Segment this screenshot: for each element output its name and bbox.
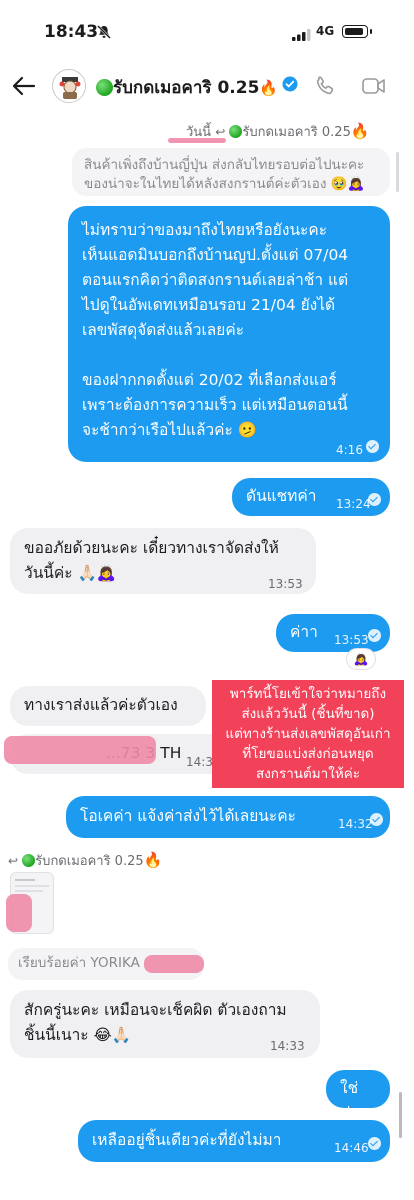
message-line: ชิ้นนี้เนาะ 😂🙏🏻: [24, 1026, 131, 1044]
message-outgoing[interactable]: โอเคค่า แจ้งค่าส่งไว้ได้เลยนะคะ 14:32: [66, 796, 390, 838]
message-line: เลขพัสดุจัดส่งแล้วเลยค่ะ: [82, 321, 245, 339]
signal-icon: [292, 26, 312, 45]
redaction-scribble: [6, 894, 32, 932]
message-line: สักครู่นะคะ เหมือนจะเช็คผิด ตัวเองถาม: [24, 1001, 287, 1019]
sent-check-icon: [368, 1137, 381, 1150]
message-outgoing[interactable]: ค่าา 13:53: [276, 614, 390, 652]
green-circle-icon: [22, 854, 36, 867]
annotation-note: พาร์ทนี้โยเข้าใจว่าหมายถึง ส่งแล้ววันนี้…: [212, 680, 404, 788]
annotation-line: พาร์ทนี้โยเข้าใจว่าหมายถึง: [229, 686, 387, 702]
reply-arrow-icon: ↩: [8, 854, 19, 868]
green-circle-icon: [229, 125, 243, 138]
quoted-message[interactable]: สินค้าเพิ่งถึงบ้านญี่ปุ่น ส่งกลับไทยรอบต…: [72, 148, 390, 196]
message-text: เรียบร้อยค่า YORIKA: [18, 955, 140, 971]
reply-meta: ↩ รับกดเมอคาริ 0.25🔥: [8, 850, 162, 871]
annotation-line: สงกรานต์มาให้ค่ะ: [255, 766, 361, 782]
chat-title[interactable]: รับกดเมอคาริ 0.25🔥: [96, 74, 278, 101]
message-line: ไม่ทราบว่าของมาถึงไทยหรือยังนะคะ: [82, 221, 328, 239]
message-text: เหลืออยู่ชิ้นเดียวค่ะที่ยังไม่มา: [92, 1131, 282, 1149]
message-line: วันนี้ค่ะ 🙏🏻🙇‍♀️: [24, 564, 117, 582]
sent-check-icon: [368, 629, 381, 642]
message-line: จะช้ากว่าเรือไปแล้วค่ะ 🫤: [82, 421, 258, 439]
message-reaction[interactable]: 🙇‍♀️: [346, 648, 376, 670]
video-call-icon[interactable]: [360, 73, 388, 103]
message-outgoing[interactable]: เหลืออยู่ชิ้นเดียวค่ะที่ยังไม่มา 14:46: [78, 1120, 390, 1162]
message-text: ใช่ค่า: [340, 1079, 360, 1122]
redaction-scribble: [4, 736, 156, 764]
annotation-line: แต่ทางร้านส่งเลขพัสดุอันเก่า: [225, 726, 391, 742]
message-text: ดันแชทค่า: [246, 487, 317, 505]
message-line: ไปดูในอัพเดทเหมือนรอบ 21/04 ยังได้: [82, 296, 336, 314]
sent-check-icon: [370, 813, 383, 826]
highlight-underline: [168, 138, 226, 143]
network-type: 4G: [316, 24, 335, 38]
message-time: 4:16: [336, 443, 363, 457]
fire-icon: 🔥: [259, 79, 279, 97]
message-incoming[interactable]: ขออภัยด้วยนะคะ เดี๋ยวทางเราจัดส่งให้ วัน…: [10, 528, 316, 594]
message-outgoing[interactable]: ใช่ค่า: [326, 1070, 390, 1122]
chat-title-text: รับกดเมอคาริ 0.25: [113, 78, 260, 98]
annotation-line: ที่โยขอแบ่งส่งก่อนหยุด: [242, 746, 374, 762]
verified-badge-icon: [282, 76, 298, 96]
chat-header: รับกดเมอคาริ 0.25🔥: [0, 64, 414, 108]
message-text: ทางเราส่งแล้วค่ะตัวเอง: [24, 696, 178, 714]
phone-icon[interactable]: [312, 73, 338, 103]
reply-bar: [396, 152, 399, 192]
message-outgoing[interactable]: ดันแชทค่า 13:24: [232, 478, 390, 516]
avatar[interactable]: [52, 69, 86, 103]
message-time: 13:53: [268, 577, 303, 591]
message-line: ของฝากกดตั้งแต่ 20/02 ที่เลือกส่งแอร์: [82, 371, 337, 389]
message-line: ขออภัยด้วยนะคะ เดี๋ยวทางเราจัดส่งให้: [24, 539, 279, 557]
status-time: 18:43: [44, 22, 99, 42]
message-line: ตอนแรกคิดว่าติดสงกรานต์เลยล่าช้า แต่: [82, 271, 349, 289]
message-time: 13:24: [336, 497, 371, 511]
message-outgoing[interactable]: ไม่ทราบว่าของมาถึงไทยหรือยังนะคะ เห็นแอด…: [68, 206, 390, 462]
sent-check-icon: [368, 493, 381, 506]
message-incoming[interactable]: ทางเราส่งแล้วค่ะตัวเอง: [10, 686, 206, 726]
fire-icon: 🔥: [350, 122, 370, 140]
scrollbar[interactable]: [399, 1092, 402, 1138]
bell-off-icon: [96, 24, 112, 44]
message-text: โอเคค่า แจ้งค่าส่งไว้ได้เลยนะคะ: [80, 807, 296, 825]
message-line: เพราะต้องการความเร็ว แต่เหมือนตอนนี้: [82, 396, 348, 414]
message-time: 14:32: [338, 817, 373, 831]
message-line: เห็นแอดมินบอกถึงบ้านญป.ตั้งแต่ 07/04: [82, 246, 349, 264]
reply-to-name: รับกดเมอคาริ 0.25: [35, 854, 144, 869]
message-incoming[interactable]: สักครู่นะคะ เหมือนจะเช็คผิด ตัวเองถาม ชิ…: [10, 990, 320, 1058]
sent-check-icon: [366, 440, 379, 453]
message-text: ค่าา: [290, 623, 318, 641]
back-arrow-icon[interactable]: [10, 72, 38, 100]
annotation-line: ส่งแล้ววันนี้ (ชิ้นที่ขาด): [241, 706, 375, 722]
battery-tip: [370, 29, 372, 34]
battery-icon: [342, 25, 368, 38]
message-time: 14:46: [334, 1141, 369, 1155]
green-circle-icon: [96, 79, 113, 96]
fire-icon: 🔥: [143, 851, 163, 869]
redaction-scribble: [144, 955, 204, 973]
status-bar: 18:43 4G: [0, 0, 414, 54]
message-time: 14:33: [270, 1039, 305, 1053]
reply-to-name: รับกดเมอคาริ 0.25: [242, 125, 351, 140]
reply-arrow-icon: ↩: [215, 125, 226, 139]
message-line-gap: [82, 343, 376, 368]
